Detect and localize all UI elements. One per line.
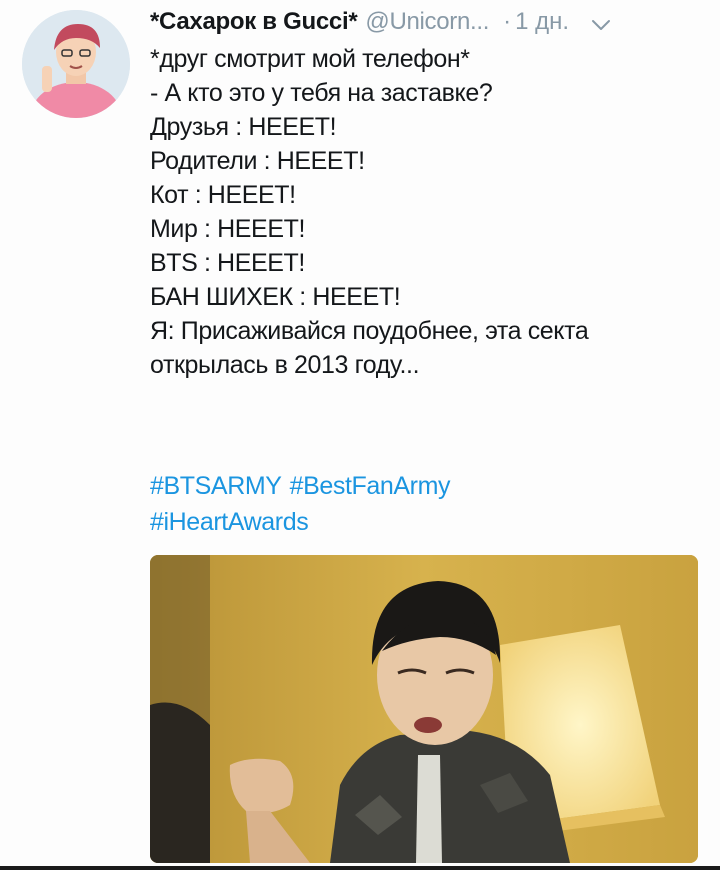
hashtag-link[interactable]: #iHeartAwards (150, 508, 309, 536)
timestamp[interactable]: 1 дн. (515, 8, 569, 36)
avatar[interactable] (22, 10, 130, 118)
chevron-down-icon[interactable] (591, 10, 611, 38)
tweet-text-line: Родители : НЕЕЕТ! (150, 147, 365, 175)
tweet-text-line: открылась в 2013 году... (150, 351, 420, 379)
tweet-text-line: BTS : НЕЕЕТ! (150, 249, 305, 277)
tweet-text-line: Мир : НЕЕЕТ! (150, 215, 306, 243)
bottom-divider (0, 866, 720, 870)
tweet-header: *Сахарок в Gucci* @Unicorn... · 1 дн. (150, 4, 710, 40)
tweet-text-line: Я: Присаживайся поудобнее, эта секта (150, 317, 589, 345)
avatar-image (22, 10, 130, 118)
tweet-text-line: БАН ШИХЕК : НЕЕЕТ! (150, 283, 401, 311)
tweet-text-line: *друг смотрит мой телефон* (150, 45, 470, 73)
tweet-card: *Сахарок в Gucci* @Unicorn... · 1 дн. *д… (0, 0, 720, 870)
tweet-text-line: - А кто это у тебя на заставке? (150, 79, 493, 107)
display-name[interactable]: *Сахарок в Gucci* (150, 8, 358, 36)
tweet-text-line: Кот : НЕЕЕТ! (150, 181, 296, 209)
media-photo (150, 555, 698, 863)
tweet-text: *друг смотрит мой телефон* - А кто это у… (150, 42, 710, 382)
tweet-text-line: Друзья : НЕЕЕТ! (150, 113, 337, 141)
hashtag-link[interactable]: #BestFanArmy (290, 472, 451, 500)
hashtag-list: #BTSARMY #BestFanArmy #iHeartAwards (150, 468, 710, 540)
user-handle[interactable]: @Unicorn... (365, 8, 489, 36)
hashtag-link[interactable]: #BTSARMY (150, 472, 282, 500)
separator-dot: · (503, 8, 512, 35)
tweet-media-image[interactable] (150, 555, 698, 863)
